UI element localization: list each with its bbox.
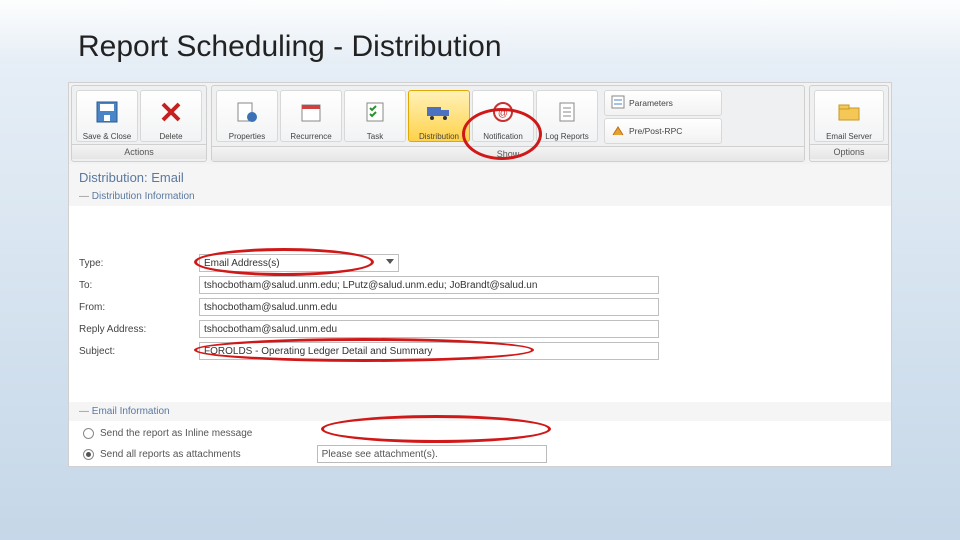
- distribution-label: Distribution: [419, 132, 459, 141]
- radio-inline[interactable]: Send the report as Inline message: [73, 425, 887, 442]
- type-select[interactable]: Email Address(s): [199, 254, 399, 272]
- svg-text:@: @: [498, 108, 508, 119]
- section-email-info: Email Information: [69, 402, 891, 421]
- log-reports-button[interactable]: Log Reports: [536, 90, 598, 142]
- properties-button[interactable]: Properties: [216, 90, 278, 142]
- from-input[interactable]: [199, 298, 659, 316]
- email-server-button[interactable]: Email Server: [814, 90, 884, 142]
- radio-icon: [83, 449, 94, 460]
- type-value: Email Address(s): [204, 258, 280, 269]
- rpc-icon: [611, 123, 625, 139]
- delete-button[interactable]: Delete: [140, 90, 202, 142]
- calendar-icon: [300, 91, 322, 132]
- page-title: Report Scheduling - Distribution: [0, 0, 960, 64]
- task-icon: [364, 91, 386, 132]
- distribution-button[interactable]: Distribution: [408, 90, 470, 142]
- section-distribution-info: Distribution Information: [69, 187, 891, 206]
- notification-label: Notification: [483, 132, 523, 141]
- ribbon: Save & Close Delete Actions Properties: [69, 83, 891, 164]
- ribbon-group-options: Email Server Options: [809, 85, 889, 162]
- properties-label: Properties: [229, 132, 265, 141]
- pre-post-rpc-button[interactable]: Pre/Post-RPC: [604, 118, 722, 144]
- recurrence-button[interactable]: Recurrence: [280, 90, 342, 142]
- to-label: To:: [79, 280, 199, 291]
- subject-input[interactable]: [199, 342, 659, 360]
- spacer: [69, 206, 891, 244]
- properties-icon: [236, 91, 258, 132]
- to-input[interactable]: [199, 276, 659, 294]
- distribution-form: Type: Email Address(s) To: From: Reply A…: [69, 244, 891, 374]
- ribbon-group-show-label: Show: [212, 146, 804, 161]
- app-window: Save & Close Delete Actions Properties: [68, 82, 892, 467]
- truck-icon: [426, 91, 452, 132]
- subject-label: Subject:: [79, 346, 199, 357]
- pre-post-rpc-label: Pre/Post-RPC: [629, 126, 682, 136]
- attachment-text-value: Please see attachment(s).: [322, 449, 438, 460]
- delete-icon: [160, 91, 182, 132]
- chevron-down-icon: [386, 259, 394, 264]
- delete-label: Delete: [159, 132, 182, 141]
- task-button[interactable]: Task: [344, 90, 406, 142]
- parameters-icon: [611, 95, 625, 111]
- save-close-label: Save & Close: [83, 132, 131, 141]
- notification-button[interactable]: @ Notification: [472, 90, 534, 142]
- email-server-label: Email Server: [826, 132, 872, 141]
- radio-attachments-label: Send all reports as attachments: [100, 449, 241, 460]
- panel-heading: Distribution: Email: [69, 164, 891, 187]
- save-icon: [96, 91, 118, 132]
- ribbon-group-show: Properties Recurrence Task: [211, 85, 805, 162]
- log-reports-label: Log Reports: [545, 132, 589, 141]
- attachment-text-input[interactable]: Please see attachment(s).: [317, 445, 547, 463]
- radio-attachments[interactable]: Send all reports as attachments Please s…: [73, 442, 887, 466]
- folder-icon: [837, 91, 861, 132]
- reply-label: Reply Address:: [79, 324, 199, 335]
- notification-icon: @: [492, 91, 514, 132]
- from-label: From:: [79, 302, 199, 313]
- ribbon-group-actions: Save & Close Delete Actions: [71, 85, 207, 162]
- save-close-button[interactable]: Save & Close: [76, 90, 138, 142]
- parameters-button[interactable]: Parameters: [604, 90, 722, 116]
- recurrence-label: Recurrence: [290, 132, 331, 141]
- type-label: Type:: [79, 258, 199, 269]
- log-icon: [556, 91, 578, 132]
- parameters-label: Parameters: [629, 98, 673, 108]
- reply-input[interactable]: [199, 320, 659, 338]
- ribbon-group-actions-label: Actions: [72, 144, 206, 159]
- ribbon-group-options-label: Options: [810, 144, 888, 159]
- task-label: Task: [367, 132, 383, 141]
- radio-icon: [83, 428, 94, 439]
- radio-inline-label: Send the report as Inline message: [100, 428, 252, 439]
